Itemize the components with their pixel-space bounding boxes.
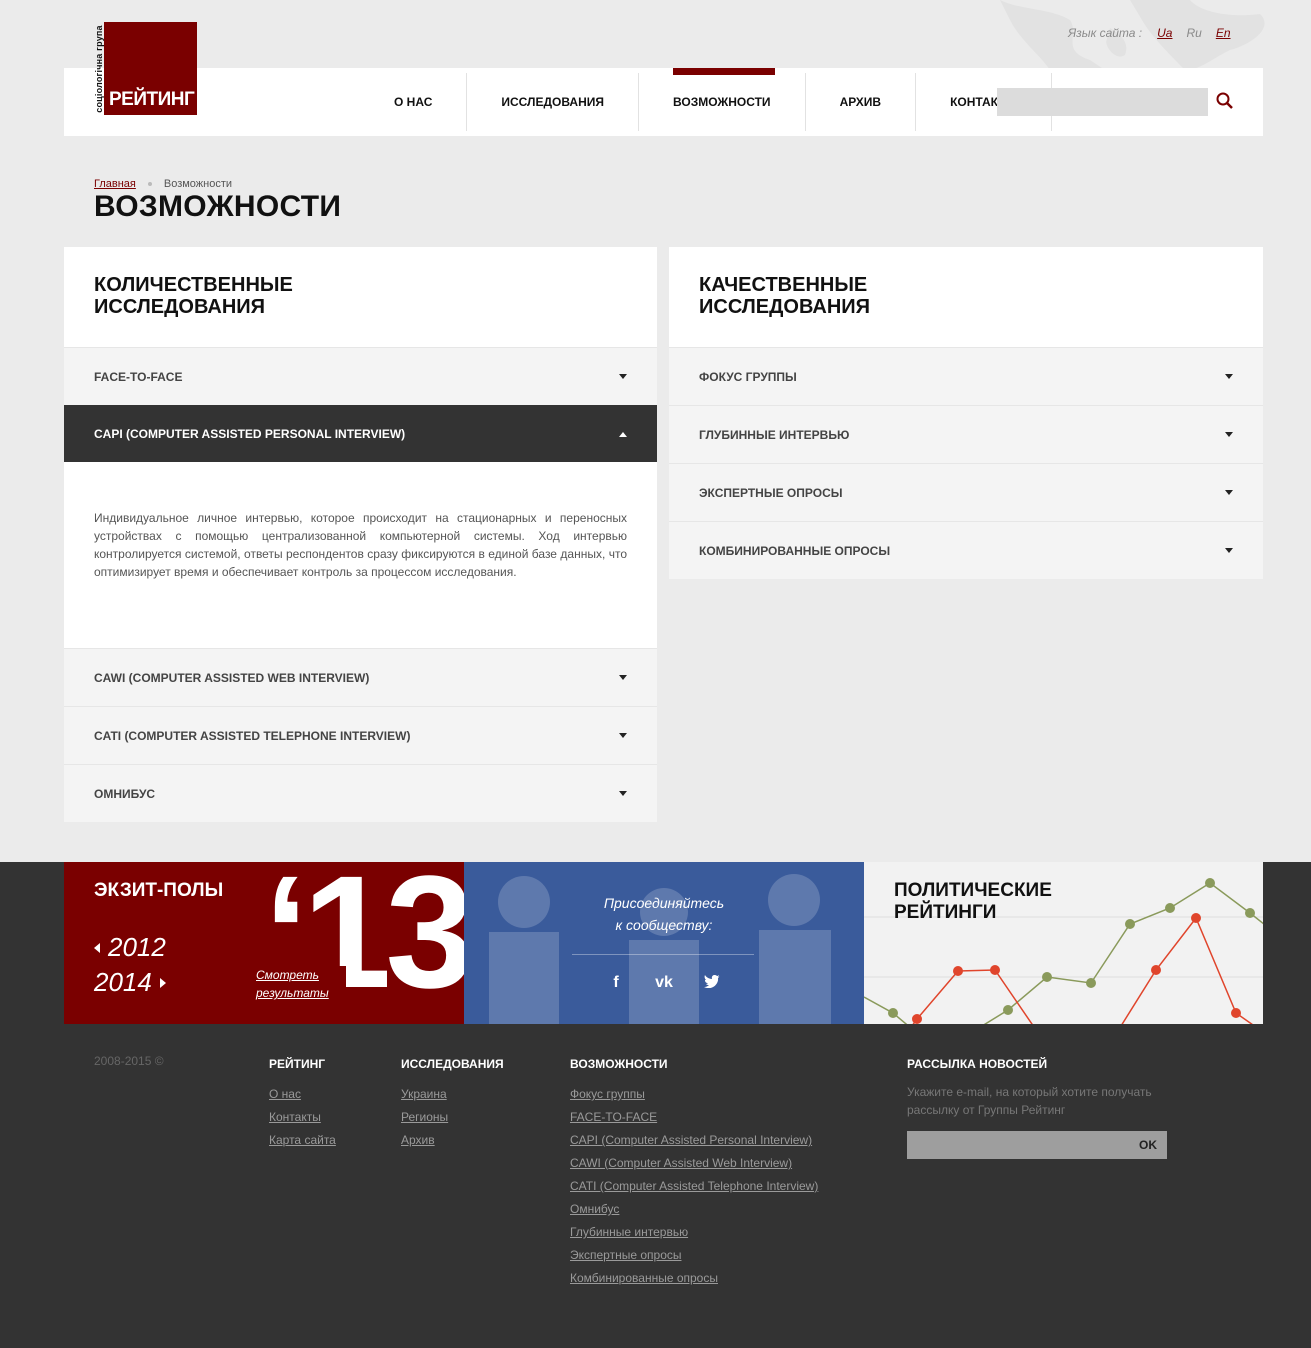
people-photo-background bbox=[489, 874, 831, 1024]
newsletter-title: РАССЫЛКА НОВОСТЕЙ bbox=[907, 1057, 1048, 1071]
nav-item-archive[interactable]: АРХИВ bbox=[806, 73, 917, 131]
breadcrumb-separator bbox=[147, 182, 152, 186]
accordion-face-to-face[interactable]: FACE-TO-FACE bbox=[64, 347, 657, 405]
footer-column-research: ИССЛЕДОВАНИЯ Украина Регионы Архив bbox=[401, 1057, 504, 1155]
page-title: ВОЗМОЖНОСТИ bbox=[94, 190, 342, 223]
newsletter-form: OK bbox=[907, 1131, 1167, 1159]
language-switcher: Язык сайта : Ua Ru En bbox=[1068, 26, 1231, 40]
qualitative-research-panel: КАЧЕСТВЕННЫЕ ИССЛЕДОВАНИЯ ФОКУС ГРУППЫ Г… bbox=[669, 247, 1263, 579]
vk-icon[interactable]: vk bbox=[653, 974, 675, 993]
facebook-icon[interactable]: f bbox=[605, 974, 627, 993]
language-ru-current[interactable]: Ru bbox=[1186, 26, 1201, 40]
main-nav: О НАС ИССЛЕДОВАНИЯ ВОЗМОЖНОСТИ АРХИВ КОН… bbox=[360, 68, 1053, 136]
footer-col-title: ИССЛЕДОВАНИЯ bbox=[401, 1057, 504, 1071]
copyright: 2008-2015 © bbox=[94, 1054, 164, 1068]
breadcrumb-current: Возможности bbox=[163, 178, 233, 190]
footer-link[interactable]: Фокус группы bbox=[570, 1086, 818, 1102]
chevron-down-icon bbox=[1225, 490, 1233, 495]
arrow-right-icon bbox=[159, 977, 166, 988]
social-icons: f vk bbox=[464, 974, 864, 993]
accordion-focus-groups[interactable]: ФОКУС ГРУППЫ bbox=[669, 347, 1263, 405]
footer-col-title: ВОЗМОЖНОСТИ bbox=[570, 1057, 668, 1071]
nav-item-research[interactable]: ИССЛЕДОВАНИЯ bbox=[467, 73, 639, 131]
quantitative-title: КОЛИЧЕСТВЕННЫЕ ИССЛЕДОВАНИЯ bbox=[94, 274, 293, 318]
language-en-link[interactable]: En bbox=[1216, 26, 1231, 40]
logo-name: РЕЙТИНГ bbox=[109, 89, 195, 110]
chevron-up-icon bbox=[619, 431, 627, 437]
footer-link[interactable]: Комбинированные опросы bbox=[570, 1270, 818, 1286]
breadcrumb-home-link[interactable]: Главная bbox=[94, 178, 136, 190]
political-ratings-promo[interactable]: ПОЛИТИЧЕСКИЕ РЕЙТИНГИ bbox=[864, 862, 1263, 1024]
exit-polls-promo: ЭКЗИТ-ПОЛЫ ‘13 2012 2014 Смотреть резуль… bbox=[64, 862, 464, 1024]
chevron-down-icon bbox=[1225, 548, 1233, 553]
social-promo: Присоединяйтесь к сообществу: f vk bbox=[464, 862, 864, 1024]
footer-column-capabilities: ВОЗМОЖНОСТИ Фокус группы FACE-TO-FACE CA… bbox=[570, 1057, 818, 1293]
logo-vertical-text: соціологічна група bbox=[94, 24, 104, 113]
breadcrumb: Главная Возможности bbox=[94, 178, 232, 190]
chevron-down-icon bbox=[619, 733, 627, 738]
accordion-combined-surveys[interactable]: КОМБИНИРОВАННЫЕ ОПРОСЫ bbox=[669, 521, 1263, 579]
footer-link[interactable]: CATI (Computer Assisted Telephone Interv… bbox=[570, 1178, 818, 1194]
accordion-capi-content: Индивидуальное личное интервью, которое … bbox=[64, 462, 657, 648]
footer-link[interactable]: Глубинные интервью bbox=[570, 1224, 818, 1240]
accordion-capi[interactable]: CAPI (COMPUTER ASSISTED PERSONAL INTERVI… bbox=[64, 405, 657, 462]
newsletter-text: Укажите e-mail, на который хотите получа… bbox=[907, 1085, 1152, 1117]
chevron-down-icon bbox=[619, 675, 627, 680]
accordion-cawi[interactable]: CAWI (COMPUTER ASSISTED WEB INTERVIEW) bbox=[64, 648, 657, 706]
newsletter-email-input[interactable] bbox=[907, 1131, 1127, 1159]
footer-link[interactable]: CAWI (Computer Assisted Web Interview) bbox=[570, 1155, 818, 1171]
qualitative-title: КАЧЕСТВЕННЫЕ ИССЛЕДОВАНИЯ bbox=[699, 274, 871, 318]
footer-link[interactable]: Украина bbox=[401, 1086, 504, 1102]
divider bbox=[572, 954, 754, 955]
year-prev-link[interactable]: 2012 bbox=[94, 932, 166, 963]
footer-link[interactable]: Экспертные опросы bbox=[570, 1247, 818, 1263]
nav-item-about[interactable]: О НАС bbox=[360, 73, 468, 131]
view-results-link[interactable]: Смотреть результаты bbox=[256, 966, 346, 1002]
header-bar: О НАС ИССЛЕДОВАНИЯ ВОЗМОЖНОСТИ АРХИВ КОН… bbox=[64, 68, 1263, 136]
quantitative-research-panel: КОЛИЧЕСТВЕННЫЕ ИССЛЕДОВАНИЯ FACE-TO-FACE… bbox=[64, 247, 657, 822]
language-ua-link[interactable]: Ua bbox=[1157, 26, 1172, 40]
footer-link[interactable]: О нас bbox=[269, 1086, 336, 1102]
chevron-down-icon bbox=[619, 791, 627, 796]
chevron-down-icon bbox=[1225, 374, 1233, 379]
year-next-link[interactable]: 2014 bbox=[94, 967, 166, 998]
nav-item-capabilities[interactable]: ВОЗМОЖНОСТИ bbox=[639, 68, 806, 131]
chevron-down-icon bbox=[619, 374, 627, 379]
exit-polls-title: ЭКЗИТ-ПОЛЫ bbox=[94, 880, 224, 901]
accordion-in-depth-interviews[interactable]: ГЛУБИННЫЕ ИНТЕРВЬЮ bbox=[669, 405, 1263, 463]
newsletter-submit-button[interactable]: OK bbox=[1139, 1138, 1157, 1152]
accordion-expert-surveys[interactable]: ЭКСПЕРТНЫЕ ОПРОСЫ bbox=[669, 463, 1263, 521]
footer-link[interactable]: Регионы bbox=[401, 1109, 504, 1125]
accordion-cati[interactable]: CATI (COMPUTER ASSISTED TELEPHONE INTERV… bbox=[64, 706, 657, 764]
footer-link[interactable]: Омнибус bbox=[570, 1201, 818, 1217]
language-label: Язык сайта : bbox=[1068, 26, 1143, 40]
footer-col-title: РЕЙТИНГ bbox=[269, 1057, 326, 1071]
search-input[interactable] bbox=[997, 88, 1208, 116]
twitter-icon[interactable] bbox=[701, 974, 723, 993]
footer-link[interactable]: Карта сайта bbox=[269, 1132, 336, 1148]
political-ratings-title: ПОЛИТИЧЕСКИЕ РЕЙТИНГИ bbox=[894, 880, 1052, 923]
chevron-down-icon bbox=[1225, 432, 1233, 437]
join-community-text: Присоединяйтесь к сообществу: bbox=[603, 895, 725, 933]
newsletter: РАССЫЛКА НОВОСТЕЙ Укажите e-mail, на кот… bbox=[907, 1057, 1167, 1159]
footer-link[interactable]: Контакты bbox=[269, 1109, 336, 1125]
footer-link[interactable]: CAPI (Computer Assisted Personal Intervi… bbox=[570, 1132, 818, 1148]
footer-link[interactable]: FACE-TO-FACE bbox=[570, 1109, 818, 1125]
footer-column-rating: РЕЙТИНГ О нас Контакты Карта сайта bbox=[269, 1057, 336, 1155]
accordion-omnibus[interactable]: ОМНИБУС bbox=[64, 764, 657, 822]
footer-link[interactable]: Архив bbox=[401, 1132, 504, 1148]
arrow-left-icon bbox=[94, 942, 100, 953]
logo[interactable]: соціологічна група РЕЙТИНГ bbox=[94, 22, 198, 115]
search-icon[interactable] bbox=[1214, 90, 1238, 114]
